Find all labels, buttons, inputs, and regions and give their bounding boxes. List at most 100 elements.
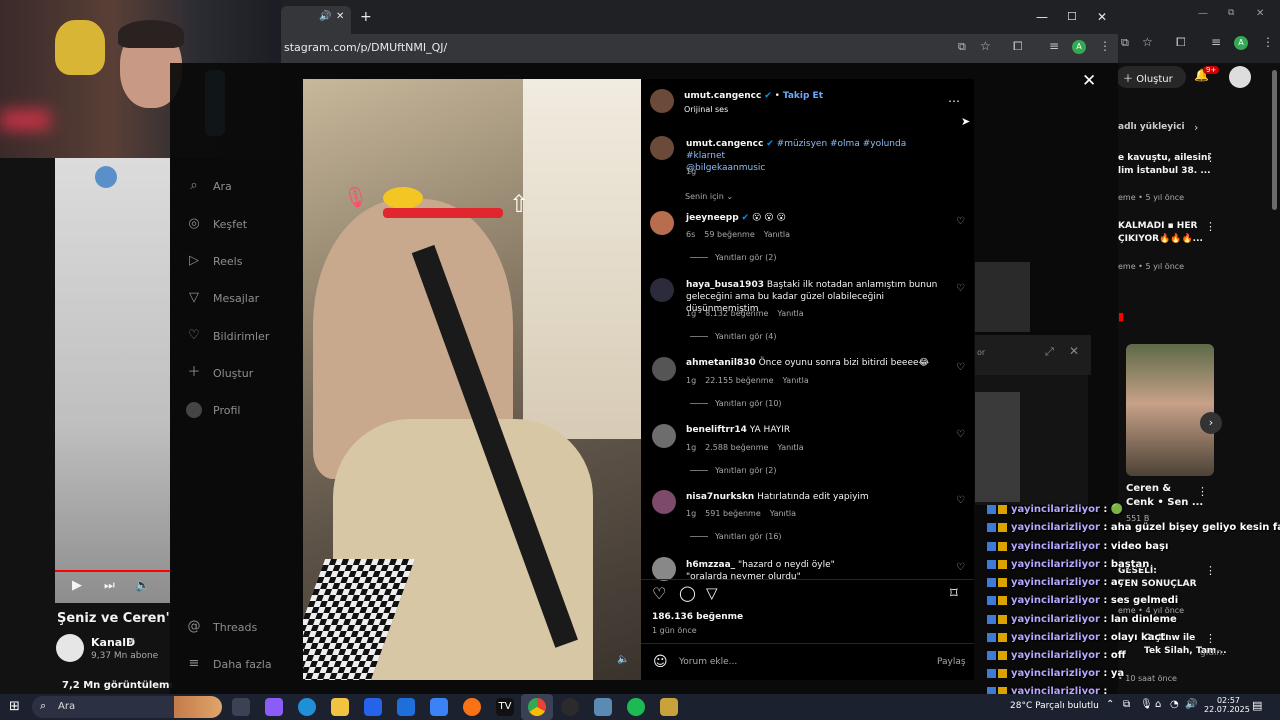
view-replies[interactable]: Yanıtları gör (2) (690, 253, 776, 262)
mute-icon[interactable]: 🔈 (617, 654, 629, 665)
rec-item-title[interactable]: e kavuştu, ailesini lim İstanbul 38. ... (1118, 152, 1211, 178)
comment-input[interactable]: Yorum ekle... (679, 657, 737, 667)
nav-item-search[interactable]: ⌕ Ara (186, 178, 231, 194)
blender-icon[interactable] (463, 698, 481, 716)
restore-icon[interactable]: ⧉ (1228, 8, 1234, 18)
nav-item-more[interactable]: ≡ Daha fazla (186, 656, 272, 672)
extensions-icon[interactable]: ⧠ (1176, 35, 1186, 50)
clock[interactable]: 02:57 22.07.2025 (1204, 696, 1250, 714)
youtube-video-player[interactable] (55, 158, 170, 603)
comment-like-icon[interactable]: ♡ (956, 562, 965, 573)
maximize-icon[interactable]: ☐ (1067, 10, 1077, 23)
more-vert-icon[interactable]: ⋮ (1205, 220, 1216, 233)
comment-avatar[interactable] (652, 357, 676, 381)
comment-sort-dropdown[interactable]: Senin için ⌄ (685, 192, 733, 201)
nav-item-create[interactable]: ＋ Oluştur (186, 365, 253, 381)
comment-like-icon[interactable]: ♡ (956, 429, 965, 440)
extensions-icon[interactable]: ⧠ (1013, 39, 1023, 54)
outlook-icon[interactable] (397, 698, 415, 716)
app-icon[interactable] (660, 698, 678, 716)
comment-icon[interactable]: ◯ (679, 584, 696, 602)
author-avatar[interactable] (650, 89, 674, 113)
url-text[interactable]: stagram.com/p/DMUftNMI_QJ/ (284, 41, 447, 54)
next-icon[interactable]: ⏭ (104, 578, 115, 593)
audio-label[interactable]: Orijinal ses (684, 105, 728, 114)
nav-item-threads[interactable]: @ Threads (186, 619, 258, 635)
more-vert-icon[interactable]: ⋮ (1205, 564, 1216, 577)
windows-start-icon[interactable]: ⊞ (9, 699, 20, 714)
post-comment-button[interactable]: Paylaş (937, 657, 966, 667)
task-view-icon[interactable] (232, 698, 250, 716)
close-modal-icon[interactable]: ✕ (1082, 71, 1096, 91)
volume-icon[interactable]: 🔊 (1185, 699, 1197, 710)
more-vert-icon[interactable]: ⋮ (1205, 151, 1216, 164)
close-miniplayer-icon[interactable]: ✕ (1069, 344, 1079, 358)
file-explorer-icon[interactable] (331, 698, 349, 716)
comment-like-icon[interactable]: ♡ (956, 283, 965, 294)
more-vert-icon[interactable]: ⋮ (1197, 485, 1208, 498)
tradingview-icon[interactable]: TV (496, 698, 514, 716)
microphone-icon[interactable]: 🎙 (1140, 699, 1153, 710)
save-icon[interactable]: ⌑ (950, 584, 958, 602)
app-icon[interactable] (594, 698, 612, 716)
comment-like-icon[interactable]: ♡ (956, 362, 965, 373)
post-video[interactable]: 🎙 ⇧ 🔈 (303, 79, 641, 680)
comment-avatar[interactable] (650, 278, 674, 302)
wifi-icon[interactable]: ◔ (1170, 699, 1179, 710)
close-window-icon[interactable]: ✕ (1097, 10, 1107, 24)
view-replies[interactable]: Yanıtları gör (10) (690, 399, 782, 408)
tab-audio-icon[interactable]: 🔊 (319, 11, 331, 22)
new-tab-button[interactable]: + (360, 9, 372, 25)
video-progress-bar[interactable] (55, 570, 170, 572)
browser-menu-icon[interactable]: ⋮ (1099, 39, 1111, 53)
author-username[interactable]: umut.cangencc (684, 91, 761, 101)
nav-item-explore[interactable]: ◎ Keşfet (186, 216, 247, 232)
channel-avatar[interactable] (56, 634, 84, 662)
chrome-icon[interactable] (528, 698, 546, 716)
tray-icon[interactable]: ⧉ (1123, 699, 1130, 710)
comment-like-icon[interactable]: ♡ (956, 495, 965, 506)
caption-avatar[interactable] (650, 136, 674, 160)
media-control-icon[interactable]: ≡ (1211, 35, 1221, 49)
comment-avatar[interactable] (650, 211, 674, 235)
obs-icon[interactable] (561, 698, 579, 716)
follow-button[interactable]: Takip Et (783, 91, 823, 101)
profile-avatar-icon[interactable]: A (1234, 36, 1248, 50)
app-icon[interactable] (430, 698, 448, 716)
expand-icon[interactable]: ⤢ (1045, 345, 1054, 359)
notification-center-icon[interactable]: ▤ (1252, 699, 1262, 712)
play-icon[interactable]: ▶ (72, 578, 82, 593)
tab-close-icon[interactable]: ✕ (336, 11, 344, 22)
shorts-title[interactable]: Ceren & Cenk • Sen ... (1126, 482, 1203, 510)
nav-item-notifications[interactable]: ♡ Bildirimler (186, 328, 269, 344)
rec-item-title[interactable]: KALMADI ▪ HER ÇIKIYOR🔥🔥🔥... (1118, 220, 1203, 246)
emoji-icon[interactable]: ☺ (653, 654, 668, 670)
view-replies[interactable]: Yanıtları gör (16) (690, 532, 782, 541)
minimize-icon[interactable]: — (1198, 8, 1208, 19)
volume-icon[interactable]: 🔈 (135, 578, 150, 592)
media-control-icon[interactable]: ≡ (1049, 39, 1059, 53)
comment-avatar[interactable] (652, 490, 676, 514)
nav-item-reels[interactable]: ▷ Reels (186, 253, 242, 269)
install-app-icon[interactable]: ⧉ (1121, 36, 1129, 50)
browser-menu-icon[interactable]: ⋮ (1262, 35, 1274, 49)
chevron-right-icon[interactable]: › (1194, 121, 1198, 134)
store-icon[interactable] (364, 698, 382, 716)
chevron-up-icon[interactable]: ⌃ (1106, 699, 1114, 710)
rec-chip[interactable]: adlı yükleyici (1118, 122, 1185, 132)
copilot-icon[interactable] (265, 698, 283, 716)
spotify-icon[interactable] (627, 698, 645, 716)
view-replies[interactable]: Yanıtları gör (4) (690, 332, 776, 341)
likes-count[interactable]: 186.136 beğenme (652, 612, 743, 622)
minimize-icon[interactable]: — (1036, 10, 1048, 24)
bookmark-star-icon[interactable]: ☆ (980, 39, 991, 53)
view-replies[interactable]: Yanıtları gör (2) (690, 466, 776, 475)
youtube-avatar[interactable] (1229, 66, 1251, 88)
comment-like-icon[interactable]: ♡ (956, 216, 965, 227)
like-icon[interactable]: ♡ (652, 584, 666, 603)
chevron-right-icon[interactable]: › (1200, 412, 1222, 434)
comment-avatar[interactable] (652, 557, 676, 581)
install-app-icon[interactable]: ⧉ (958, 40, 966, 54)
network-icon[interactable]: ⌂ (1155, 699, 1161, 710)
nav-item-messages[interactable]: ▽ Mesajlar (186, 290, 259, 306)
